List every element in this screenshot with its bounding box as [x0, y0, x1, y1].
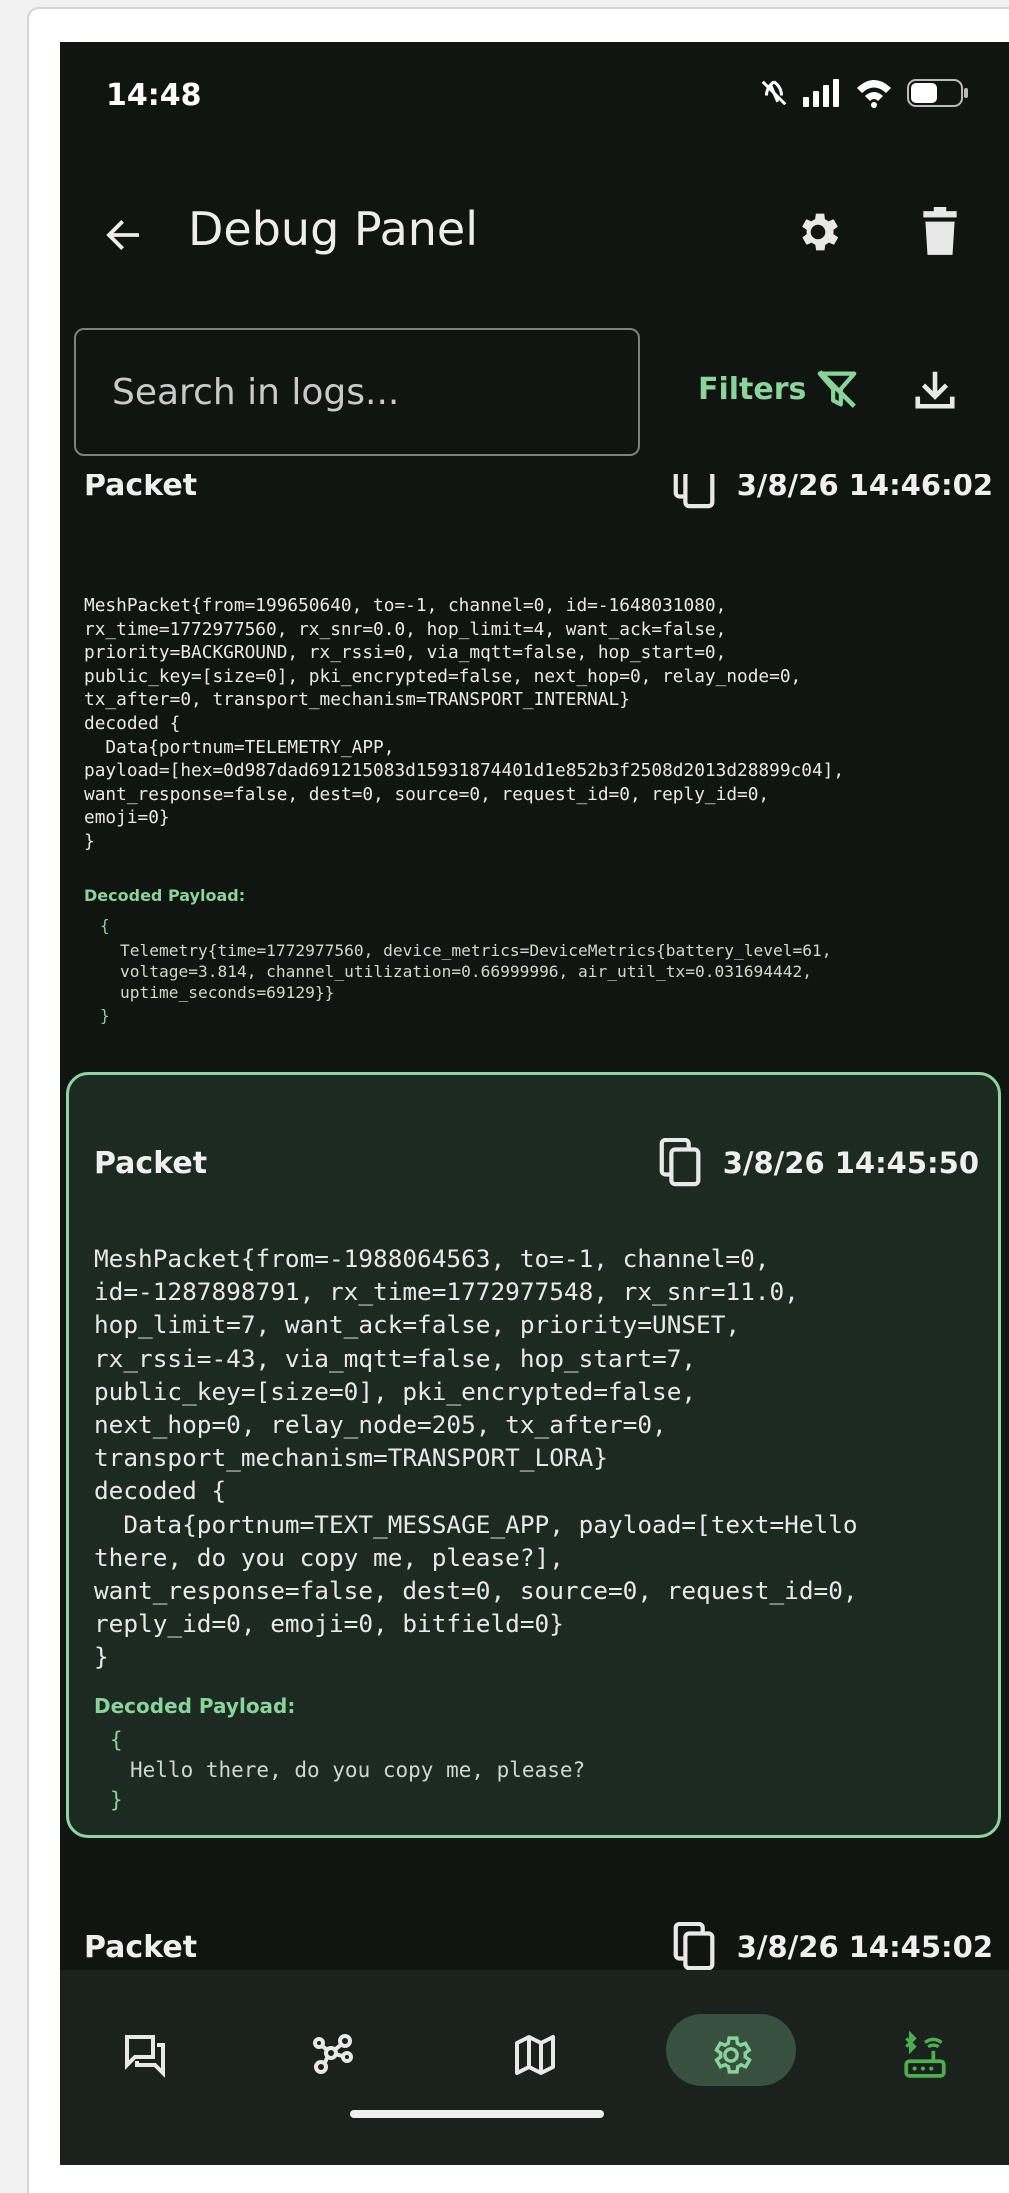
download-icon — [915, 371, 955, 409]
entry-label: Packet — [84, 474, 198, 503]
decoded-open-brace: { — [100, 916, 110, 935]
decoded-open-brace: { — [110, 1728, 123, 1752]
clear-logs-button[interactable] — [912, 204, 968, 260]
export-logs-button[interactable] — [912, 366, 958, 416]
gear-icon — [802, 213, 839, 251]
search-input[interactable] — [74, 328, 640, 456]
home-indicator[interactable] — [350, 2110, 604, 2118]
settings-icon — [714, 2036, 752, 2074]
dnd-icon — [761, 80, 787, 106]
nav-connections[interactable] — [890, 2020, 960, 2090]
log-list[interactable]: Packet 3/8/26 14:46:02 MeshPacket{from=1… — [60, 474, 1009, 1970]
log-entry-header: Packet 3/8/26 14:45:02 — [84, 1922, 993, 1970]
settings-button[interactable] — [790, 204, 846, 260]
trash-icon — [923, 207, 957, 255]
entry-label: Packet — [84, 1929, 198, 1965]
status-time: 14:48 — [106, 78, 202, 113]
copy-icon[interactable] — [673, 1922, 717, 1970]
decoded-payload-text: Hello there, do you copy me, please? — [130, 1758, 586, 1782]
nav-messages[interactable] — [110, 2020, 180, 2090]
status-icons — [759, 78, 971, 108]
decoded-close-brace: } — [110, 1788, 123, 1812]
page-title: Debug Panel — [188, 202, 478, 256]
nav-map[interactable] — [500, 2020, 570, 2090]
filters-label: Filters — [698, 371, 807, 407]
decoded-payload-label: Decoded Payload: — [84, 886, 246, 905]
map-icon — [515, 2035, 555, 2075]
decoded-close-brace: } — [100, 1006, 110, 1025]
copy-icon[interactable] — [659, 1138, 703, 1188]
decoded-payload-text: Telemetry{time=1772977560, device_metric… — [120, 941, 832, 1002]
entry-timestamp: 3/8/26 14:46:02 — [736, 474, 993, 502]
nav-settings[interactable] — [696, 2020, 766, 2090]
entry-timestamp: 3/8/26 14:45:50 — [722, 1146, 979, 1180]
chat-icon — [125, 2035, 165, 2078]
entry-timestamp: 3/8/26 14:45:02 — [736, 1930, 993, 1964]
filters-button[interactable]: Filters — [698, 366, 860, 412]
log-entry-header: Packet 3/8/26 14:46:02 — [84, 474, 993, 510]
signal-icon — [803, 79, 839, 107]
app-screen: 14:48 Debug Panel Search in logs... Filt… — [60, 42, 1009, 2165]
decoded-payload-label: Decoded Payload: — [94, 1694, 296, 1718]
nodes-icon — [313, 2034, 353, 2074]
entry-label: Packet — [94, 1145, 208, 1181]
log-entry-header: Packet 3/8/26 14:45:50 — [94, 1138, 979, 1188]
router-bluetooth-icon — [904, 2030, 946, 2078]
filter-off-icon — [818, 370, 857, 408]
battery-icon — [907, 79, 968, 107]
packet-text: MeshPacket{from=-1988064563, to=-1, chan… — [94, 1244, 858, 1672]
nav-nodes[interactable] — [298, 2020, 368, 2090]
wifi-icon — [857, 80, 891, 108]
back-button[interactable] — [98, 210, 148, 260]
bottom-nav — [60, 1970, 1009, 2165]
copy-icon[interactable] — [673, 474, 717, 510]
back-arrow-icon — [106, 220, 139, 250]
packet-text: MeshPacket{from=199650640, to=-1, channe… — [84, 595, 845, 852]
